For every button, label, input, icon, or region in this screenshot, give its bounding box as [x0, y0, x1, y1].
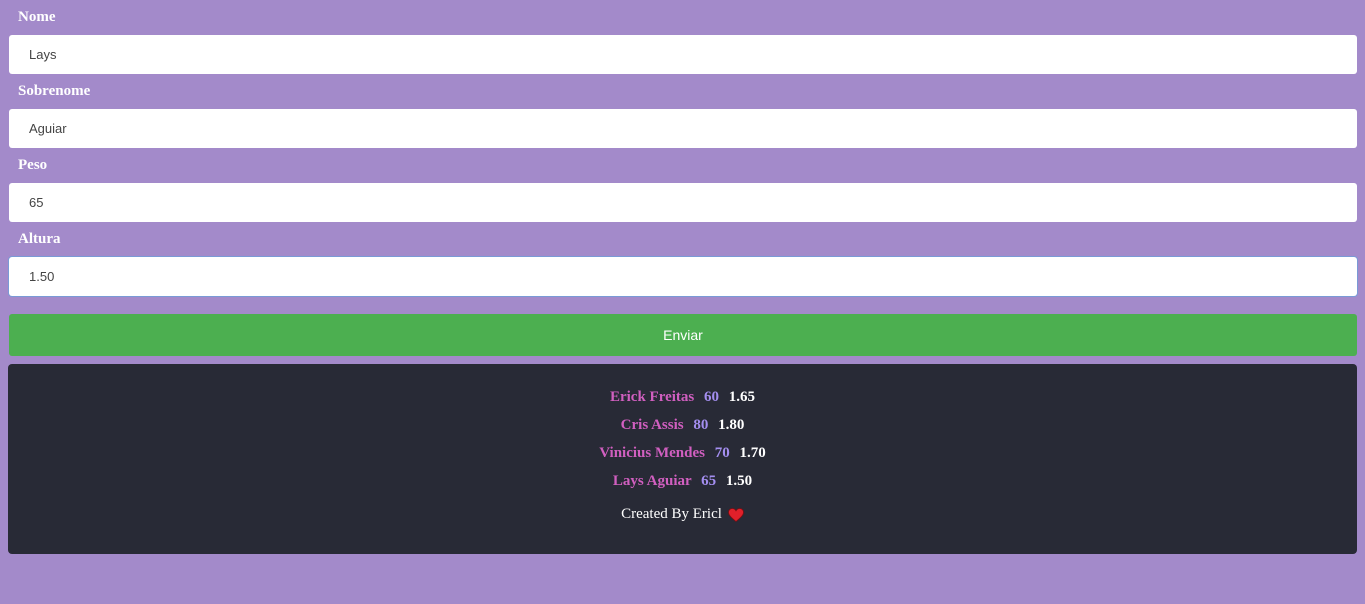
result-name: Vinicius Mendes — [599, 445, 705, 461]
sobrenome-input[interactable] — [9, 109, 1357, 148]
result-name: Lays Aguiar — [612, 473, 692, 489]
results-panel: Erick Freitas 60 1.65 Cris Assis 80 1.80… — [8, 364, 1357, 554]
sobrenome-label: Sobrenome — [18, 83, 91, 99]
altura-label: Altura — [18, 231, 61, 247]
peso-label: Peso — [18, 157, 48, 173]
result-name: Cris Assis — [620, 417, 684, 433]
result-weight: 70 — [714, 445, 730, 461]
result-height: 1.50 — [725, 473, 753, 489]
result-weight: 65 — [701, 473, 717, 489]
result-height: 1.80 — [718, 417, 745, 433]
heart-icon — [727, 507, 744, 522]
credit-text: Created By Ericl — [621, 506, 722, 522]
enviar-button[interactable]: Enviar — [9, 314, 1357, 356]
result-name: Erick Freitas — [609, 389, 695, 405]
result-row: Vinicius Mendes 70 1.70 — [8, 442, 1357, 470]
result-height: 1.65 — [728, 389, 756, 405]
nome-label: Nome — [18, 9, 56, 25]
credit-line: Created By Ericl — [621, 506, 744, 523]
result-height: 1.70 — [739, 445, 766, 461]
altura-input[interactable] — [9, 257, 1357, 296]
nome-input[interactable] — [9, 35, 1357, 74]
result-row: Lays Aguiar 65 1.50 — [8, 470, 1357, 498]
peso-input[interactable] — [9, 183, 1357, 222]
result-row: Cris Assis 80 1.80 — [8, 414, 1357, 442]
result-weight: 60 — [704, 389, 720, 405]
result-row: Erick Freitas 60 1.65 — [8, 386, 1357, 414]
result-weight: 80 — [693, 417, 709, 433]
person-form: Nome Sobrenome Peso Altura Enviar — [0, 0, 1365, 356]
